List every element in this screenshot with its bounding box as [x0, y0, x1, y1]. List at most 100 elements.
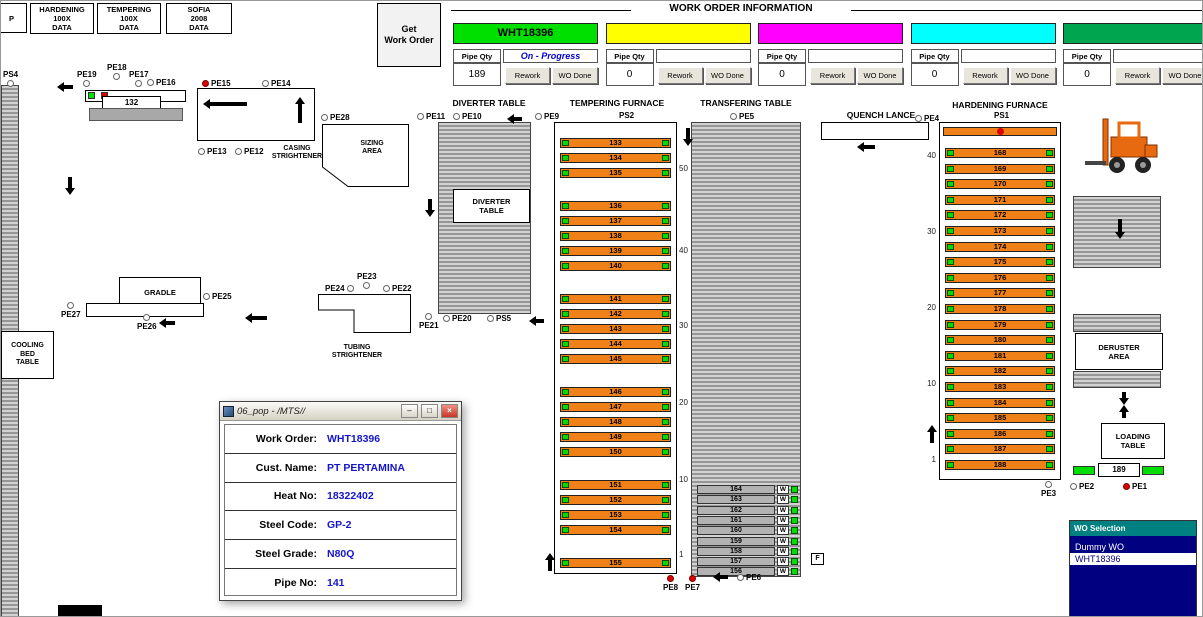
hardening-scale-label: 30 [923, 227, 936, 236]
hardening-pipe: 188 [945, 460, 1055, 470]
rework-button[interactable]: Rework [505, 67, 550, 84]
pipe-indicator-right [662, 449, 669, 455]
rework-button[interactable]: Rework [810, 67, 855, 84]
popup-field-row: Pipe No:141 [225, 569, 456, 598]
sensor-label: PE27 [61, 310, 81, 319]
arrow-head [203, 99, 210, 109]
sensor-dot [202, 80, 209, 87]
tempering-pipe: 142 [560, 309, 671, 319]
wo-selection-header[interactable]: WO Selection [1070, 521, 1196, 536]
sensor-pe5: PE5 [730, 112, 754, 121]
wo-done-button[interactable]: WO Done [1010, 67, 1056, 84]
cooling-bed-table-box: COOLING BED TABLE [1, 331, 54, 379]
wo-done-button[interactable]: WO Done [857, 67, 903, 84]
tempering-data-button[interactable]: TEMPERING 100X DATA [97, 3, 161, 34]
sensor-label: PE8 [663, 583, 678, 592]
arrow-shaft [64, 85, 73, 89]
wo-done-button[interactable]: WO Done [552, 67, 598, 84]
sofia-data-button[interactable]: SOFIA 2008 DATA [166, 3, 232, 34]
pipe-indicator-left [562, 434, 569, 440]
pipe-qty-value: 0 [911, 63, 959, 86]
wo-slot-color-box[interactable]: WHT18396 [453, 23, 598, 44]
arrow-shaft [252, 316, 267, 320]
popup-field-value: GP-2 [327, 519, 352, 531]
ps1-alarm-dot [997, 128, 1004, 135]
popup-titlebar[interactable]: 06_pop - /MTS// – □ × [220, 402, 461, 421]
pipe-indicator-left [562, 497, 569, 503]
sensor-pe17: PE17 [129, 70, 149, 87]
wo-slot-color-box[interactable] [758, 23, 903, 44]
pipe-indicator-right [791, 548, 798, 555]
pipe-indicator-left [947, 181, 954, 187]
get-work-order-button[interactable]: Get Work Order [377, 3, 441, 67]
arrow-head [927, 425, 937, 432]
arrow-head [1115, 232, 1125, 239]
loading-pipe-number: 189 [1098, 463, 1140, 477]
transfering-table-title: TRANSFERING TABLE [691, 98, 801, 108]
sensor-label: PE4 [924, 114, 939, 123]
pipe-indicator-left [562, 449, 569, 455]
wo-selection-item[interactable]: Dummy WO [1070, 541, 1196, 553]
pipe-indicator-right [1046, 244, 1053, 250]
sensor-label: PE25 [212, 292, 232, 301]
rework-button[interactable]: Rework [1115, 67, 1160, 84]
wo-done-button[interactable]: WO Done [705, 67, 751, 84]
pipe-indicator-right [791, 496, 798, 503]
pipe-indicator-right [662, 233, 669, 239]
pipe-w-flag: W [777, 495, 789, 504]
pipe-indicator-left [947, 462, 954, 468]
transfer-pipe: 158 [697, 547, 775, 556]
sensor-label: PE5 [739, 112, 754, 121]
pipe-w-flag: W [777, 526, 789, 535]
pipe-indicator-right [662, 296, 669, 302]
sensor-label: PS2 [619, 111, 634, 120]
hardening-pipe: 180 [945, 335, 1055, 345]
tempering-pipe: 151 [560, 480, 671, 490]
sensor-pe2: PE2 [1070, 482, 1094, 491]
minimize-button[interactable]: – [401, 404, 418, 418]
close-button[interactable]: × [441, 404, 458, 418]
rework-button[interactable]: Rework [963, 67, 1008, 84]
tempering-pipe: 153 [560, 510, 671, 520]
rework-button[interactable]: Rework [658, 67, 703, 84]
sensor-label: PS1 [994, 111, 1009, 120]
popup-field-value: PT PERTAMINA [327, 462, 405, 474]
hardening-pipe: 185 [945, 413, 1055, 423]
hardening-pipe: 183 [945, 382, 1055, 392]
pipe-indicator-right [1046, 197, 1053, 203]
pipe-w-flag: W [777, 547, 789, 556]
pipe-indicator-left [562, 326, 569, 332]
tempering-pipe: 152 [560, 495, 671, 505]
sensor-pe9: PE9 [535, 112, 559, 121]
popup-field-label: Heat No: [225, 490, 317, 502]
sensor-label: PE23 [357, 272, 377, 281]
pipe-qty-label: Pipe Qty [911, 49, 959, 63]
arrow-shaft [536, 319, 544, 323]
wo-slot-color-box[interactable] [911, 23, 1056, 44]
pipe-indicator-right [1046, 368, 1053, 374]
maximize-button[interactable]: □ [421, 404, 438, 418]
arrow-shaft [514, 117, 522, 121]
wo-slot-color-box[interactable] [1063, 23, 1203, 44]
tempering-pipe: 141 [560, 294, 671, 304]
sensor-dot [347, 285, 354, 292]
pipe-indicator-right [662, 434, 669, 440]
wo-slot-color-box[interactable] [606, 23, 751, 44]
sensor-dot [689, 575, 696, 582]
popup-field-label: Work Order: [225, 433, 317, 445]
wo-selection-item[interactable]: WHT18396 [1070, 553, 1196, 565]
pipe-indicator-left [947, 275, 954, 281]
sensor-ps1: PS1 [994, 111, 1009, 120]
sensor-dot [1123, 483, 1130, 490]
tempering-pipe: 143 [560, 324, 671, 334]
hardening-data-button[interactable]: HARDENING 100X DATA [30, 3, 94, 34]
wo-done-button[interactable]: WO Done [1162, 67, 1203, 84]
pipe-indicator-left [947, 431, 954, 437]
hardening-pipe: 173 [945, 226, 1055, 236]
sensor-dot [417, 113, 424, 120]
diverter-table-title: DIVERTER TABLE [441, 98, 537, 108]
tubing-strightener-shape [318, 294, 412, 334]
pipe-indicator-left [947, 244, 954, 250]
sensor-label: PE21 [419, 321, 439, 330]
pipe-indicator-right [1046, 228, 1053, 234]
